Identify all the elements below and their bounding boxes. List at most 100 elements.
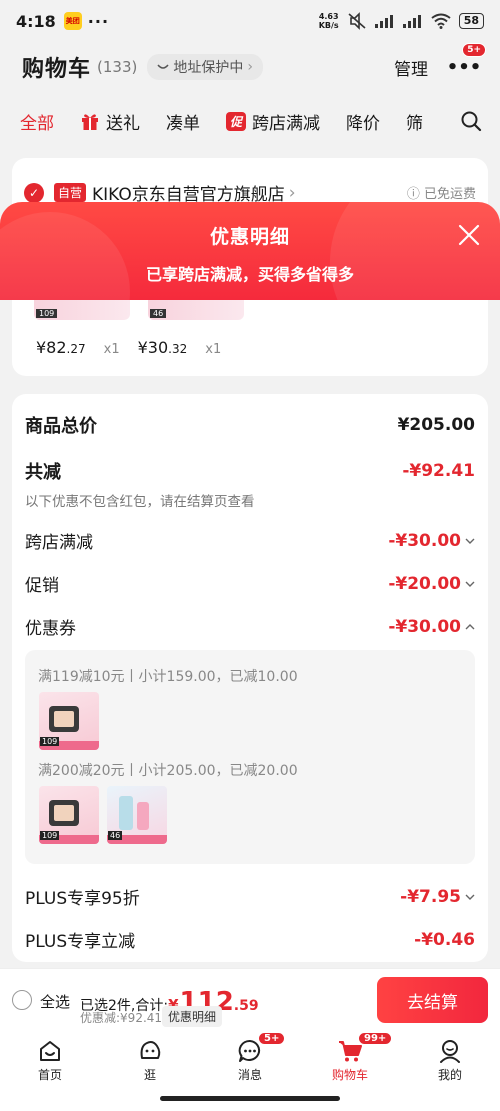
coupon-product-thumb[interactable]: 109 bbox=[39, 692, 99, 750]
tab-price-drop[interactable]: 降价 bbox=[346, 109, 380, 134]
battery-icon: 58 bbox=[458, 13, 484, 29]
cross-store-row[interactable]: 跨店满减 -¥30.00 bbox=[25, 528, 475, 553]
total-amount-dec: .59 bbox=[233, 998, 259, 1014]
more-button[interactable]: ••• 5+ bbox=[447, 43, 486, 81]
total-reduce-label: 共减 bbox=[25, 462, 61, 483]
address-protect-label: 地址保护中 bbox=[173, 60, 244, 76]
discount-sheet-header: 优惠明细 已享跨店满减，买得多省得多 bbox=[0, 202, 500, 300]
nav-label: 首页 bbox=[37, 1068, 62, 1082]
tab-label: 筛 bbox=[406, 113, 424, 134]
chevron-right-icon: › bbox=[288, 182, 296, 203]
promotion-amount: -¥20.00 bbox=[388, 573, 461, 594]
coupon-row[interactable]: 优惠券 -¥30.00 bbox=[25, 614, 475, 639]
nav-label: 逛 bbox=[143, 1068, 156, 1082]
cross-store-value: -¥30.00 bbox=[388, 531, 475, 551]
chevron-down-icon bbox=[465, 581, 475, 587]
nav-messages[interactable]: 消息 5+ bbox=[210, 1030, 290, 1086]
price-int: ¥82 bbox=[36, 338, 67, 357]
total-price-value: ¥205.00 bbox=[397, 415, 475, 435]
profile-icon bbox=[440, 1040, 460, 1063]
discount-summary: 优惠减:¥92.41 bbox=[80, 1011, 163, 1025]
free-shipping-text: 已免运费 bbox=[423, 187, 476, 202]
explore-icon bbox=[140, 1041, 161, 1059]
tab-all[interactable]: 全部 bbox=[20, 109, 54, 134]
close-icon[interactable] bbox=[458, 224, 480, 246]
more-notifications-icon: ··· bbox=[87, 11, 110, 31]
store-thumbs: 109 46 bbox=[34, 298, 244, 320]
tab-label: 降价 bbox=[346, 113, 381, 134]
more-dots-icon: ••• bbox=[446, 56, 482, 78]
self-operated-badge: 自营 bbox=[54, 183, 87, 202]
tab-gift[interactable]: 送礼 bbox=[80, 109, 140, 134]
checkout-bar: 全选 已选2件,合计: ¥ 112 .59 优惠减:¥92.41 优惠明细 去结… bbox=[0, 968, 500, 1030]
signal-2-icon bbox=[402, 14, 423, 28]
total-price-label: 商品总价 bbox=[25, 416, 97, 437]
cart-count: (133) bbox=[97, 58, 138, 76]
filter-tabs: 全部 送礼 凑单 促 跨店满减 降价 筛 bbox=[0, 98, 500, 144]
nav-explore[interactable]: 逛 bbox=[110, 1030, 190, 1086]
network-speed-value: 4.63 bbox=[318, 12, 339, 21]
chevron-down-icon bbox=[465, 894, 475, 900]
page-title: 购物车 bbox=[22, 57, 92, 82]
status-indicators: 4.63 KB/s 58 bbox=[319, 12, 484, 30]
thumb-number: 46 bbox=[150, 309, 167, 318]
tab-filter[interactable]: 筛 bbox=[406, 109, 423, 134]
status-time: 4:18 bbox=[16, 11, 56, 31]
compact-image bbox=[49, 800, 79, 826]
bottle-image bbox=[119, 796, 133, 830]
sheet-subtitle: 已享跨店满减，买得多省得多 bbox=[145, 265, 354, 284]
promotion-value: -¥20.00 bbox=[388, 574, 475, 594]
coupon-product-thumb[interactable]: 109 bbox=[39, 786, 99, 844]
promo-icon: 促 bbox=[226, 111, 247, 131]
checkout-button[interactable]: 去结算 bbox=[377, 977, 488, 1023]
meituan-notification-icon: 美团 bbox=[63, 12, 82, 30]
cross-store-label: 跨店满减 bbox=[25, 533, 93, 553]
nav-label: 我的 bbox=[437, 1068, 462, 1082]
thumb-number: 109 bbox=[40, 831, 60, 840]
plus-95-label: PLUS专享95折 bbox=[25, 889, 140, 909]
nav-profile[interactable]: 我的 bbox=[410, 1030, 490, 1086]
price-int: ¥30 bbox=[137, 338, 169, 357]
smile-icon bbox=[157, 64, 169, 69]
cart-header: 购物车 (133) 地址保护中 › 管理 ••• 5+ bbox=[0, 42, 500, 92]
tab-label: 凑单 bbox=[166, 113, 200, 134]
sheet-title: 优惠明细 bbox=[209, 226, 290, 248]
search-icon[interactable] bbox=[460, 110, 482, 132]
chevron-up-icon bbox=[465, 623, 475, 629]
nav-home[interactable]: 首页 bbox=[10, 1030, 90, 1086]
signal-1-icon bbox=[374, 14, 395, 28]
address-protect-chip[interactable]: 地址保护中 › bbox=[147, 54, 263, 80]
promotion-row[interactable]: 促销 -¥20.00 bbox=[25, 571, 475, 596]
tab-cross-store[interactable]: 促 跨店满减 bbox=[226, 109, 320, 134]
cross-store-amount: -¥30.00 bbox=[388, 530, 461, 551]
product-thumb[interactable]: 46 bbox=[148, 298, 244, 320]
home-indicator[interactable] bbox=[160, 1096, 340, 1101]
total-reduce-row: 共减 -¥92.41 bbox=[25, 458, 475, 484]
product-thumb[interactable]: 109 bbox=[34, 298, 130, 320]
coupon-label: 优惠券 bbox=[25, 619, 76, 639]
select-all-label[interactable]: 全选 bbox=[40, 991, 70, 1012]
compact-image bbox=[49, 706, 79, 732]
tab-label: 全部 bbox=[20, 113, 54, 134]
plus-95-amount: -¥7.95 bbox=[400, 886, 461, 907]
chevron-right-icon: › bbox=[247, 59, 253, 75]
coupon-line: 满119减10元丨小计159.00，已减10.00 bbox=[38, 669, 298, 685]
plus-95-value: -¥7.95 bbox=[400, 887, 475, 907]
discount-detail-card: 商品总价 ¥205.00 共减 -¥92.41 以下优惠不包含红包，请在结算页查… bbox=[12, 394, 488, 962]
manage-button[interactable]: 管理 bbox=[394, 55, 428, 80]
coupon-product-thumb[interactable]: 46 bbox=[107, 786, 167, 844]
store-checkbox[interactable]: ✓ bbox=[24, 182, 44, 203]
tab-bundle[interactable]: 凑单 bbox=[166, 109, 200, 134]
coupon-breakdown: 满119减10元丨小计159.00，已减10.00 109 满200减20元丨小… bbox=[25, 650, 475, 864]
store-header: ✓ 自营 KIKO京东自营官方旗舰店 › ⓘ 已免运费 bbox=[12, 158, 488, 205]
messages-badge: 5+ bbox=[258, 1032, 286, 1045]
nav-cart[interactable]: 购物车 99+ bbox=[310, 1030, 393, 1086]
item-qty: x1 bbox=[205, 342, 222, 357]
discount-detail-button[interactable]: 优惠明细 bbox=[162, 1006, 223, 1027]
price-dec: .32 bbox=[168, 342, 188, 356]
item-price: ¥82.27 bbox=[36, 338, 86, 357]
plus-95-row[interactable]: PLUS专享95折 -¥7.95 bbox=[25, 884, 475, 909]
thumb-number: 109 bbox=[36, 309, 58, 318]
mute-icon bbox=[348, 12, 366, 30]
select-all-checkbox[interactable] bbox=[12, 990, 32, 1010]
